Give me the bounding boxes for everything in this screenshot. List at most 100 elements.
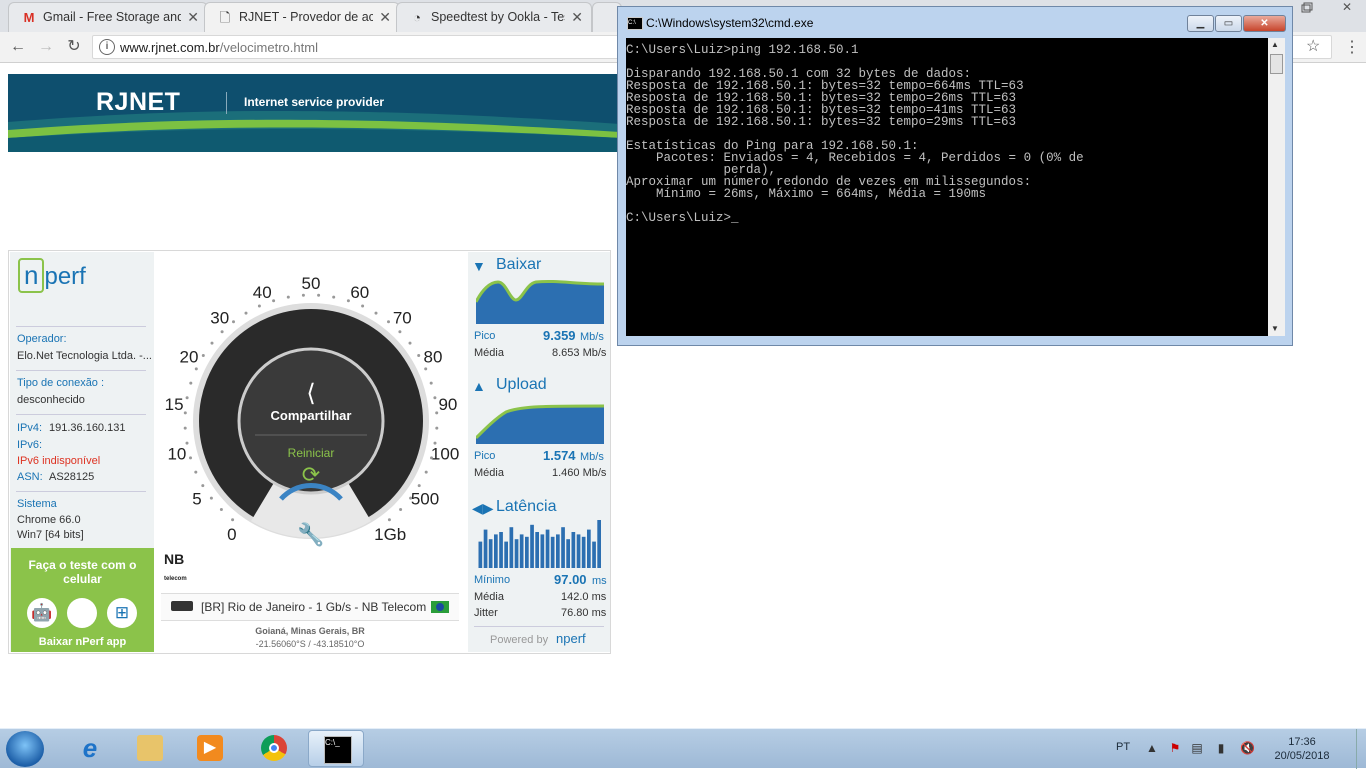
taskbar-internet-explorer[interactable]: e	[62, 730, 118, 767]
gauge-dot	[387, 518, 391, 522]
latency-bar	[550, 536, 555, 568]
settings-wrench-icon[interactable]: 🔧	[289, 522, 333, 548]
gauge-dot	[317, 293, 321, 297]
scroll-down-icon[interactable]: ▼	[1271, 324, 1279, 333]
apple-icon[interactable]	[67, 598, 97, 628]
gauge-dot	[409, 496, 413, 500]
tagline: Internet service provider	[244, 95, 385, 109]
windows-icon[interactable]: ⊞	[107, 598, 137, 628]
close-icon[interactable]: ✕	[379, 9, 391, 26]
taskbar-file-explorer[interactable]	[122, 730, 178, 767]
tab-rjnet[interactable]: 🗋 RJNET - Provedor de aces ✕	[204, 2, 400, 32]
show-hidden-icons[interactable]: ▲	[1145, 741, 1159, 755]
start-button[interactable]	[6, 731, 44, 767]
info-icon[interactable]: i	[99, 39, 115, 55]
close-icon[interactable]: ✕	[187, 9, 199, 26]
powered-by-label: Powered by	[490, 634, 549, 646]
gauge-tick-label: 70	[393, 309, 412, 328]
network-icon[interactable]: ▮	[1214, 741, 1228, 755]
close-icon[interactable]: ✕	[571, 9, 583, 26]
latency-bar	[483, 529, 488, 568]
gauge-dot	[183, 426, 187, 430]
scrollbar[interactable]: ▲ ▼	[1268, 38, 1285, 336]
gauge-dot	[387, 320, 390, 324]
location: Goianá, Minas Gerais, BR -21.56060°S / -…	[161, 625, 459, 651]
tab-speedtest[interactable]: ◔ Speedtest by Ookla - Tes ✕	[396, 2, 592, 32]
scrollbar-thumb[interactable]	[1270, 54, 1283, 74]
reload-icon[interactable]: ↻	[64, 37, 84, 57]
latency-title: Latência	[496, 498, 557, 515]
close-window-icon[interactable]: ✕	[1336, 0, 1358, 16]
gauge-dot	[424, 367, 428, 371]
site-banner: RJNET Internet service provider	[8, 74, 620, 152]
clock[interactable]: 17:36 20/05/2018	[1270, 735, 1334, 763]
gauge-dot	[424, 470, 428, 474]
cmd-window[interactable]: C:\ C:\Windows\system32\cmd.exe ▁ ▭ ✕ C:…	[617, 6, 1293, 346]
system-browser: Chrome 66.0	[17, 514, 81, 526]
system-label: Sistema	[17, 498, 57, 510]
restore-icon[interactable]	[1296, 0, 1318, 16]
taskbar-chrome[interactable]	[246, 730, 302, 767]
upload-avg-label: Média	[474, 467, 504, 479]
latency-graph	[478, 520, 601, 568]
results-panel: ▼ Baixar Pico 9.359 Mb/s Média 8.653 Mb/…	[468, 252, 610, 652]
latency-bar	[509, 527, 514, 568]
upload-peak-value: 1.574	[543, 448, 576, 463]
device-icon[interactable]: ▤	[1190, 741, 1204, 755]
volume-muted-icon[interactable]: 🔇	[1240, 741, 1255, 755]
window-title: C:\Windows\system32\cmd.exe	[646, 16, 814, 30]
gauge-dot	[430, 456, 433, 460]
gauge-dot	[272, 299, 276, 303]
gauge-tick-label: 60	[350, 283, 369, 302]
download-peak-value: 9.359	[543, 328, 576, 343]
menu-icon[interactable]: ⋮	[1344, 37, 1360, 57]
speedometer-icon: ◔	[413, 10, 421, 25]
gauge-dot	[433, 396, 437, 400]
tab-gmail[interactable]: M Gmail - Free Storage and ✕	[8, 2, 208, 32]
language-indicator[interactable]: PT	[1116, 741, 1130, 753]
forward-icon[interactable]: →	[36, 37, 56, 57]
taskbar-media-player[interactable]: ▶	[182, 730, 238, 767]
minimize-button[interactable]: ▁	[1187, 15, 1214, 32]
brand-logo: RJNET	[96, 88, 181, 116]
bookmark-star-icon[interactable]: ☆	[1306, 36, 1320, 56]
taskbar-cmd[interactable]: C:\_	[308, 730, 364, 767]
date: 20/05/2018	[1274, 750, 1330, 762]
time: 17:36	[1288, 736, 1316, 748]
latency-bar	[581, 536, 586, 568]
gauge-dot	[399, 508, 403, 511]
system-os: Win7 [64 bits]	[17, 529, 84, 541]
server-selector[interactable]: [BR] Rio de Janeiro - 1 Gb/s - NB Teleco…	[161, 593, 459, 621]
operator-value: Elo.Net Tecnologia Ltda. -...	[17, 350, 152, 362]
back-icon[interactable]: ←	[8, 37, 28, 57]
action-center-icon[interactable]: ⚑	[1168, 741, 1182, 755]
powered-by-logo[interactable]: nperf	[556, 631, 586, 646]
mobile-app-promo[interactable]: Faça o teste com o celular 🤖 ⊞ Baixar nP…	[11, 548, 154, 652]
gauge-dot	[219, 508, 223, 511]
restart-button[interactable]: Reiniciar	[249, 446, 373, 460]
divider	[16, 491, 146, 492]
close-button[interactable]: ✕	[1243, 15, 1286, 32]
latency-bar	[566, 539, 570, 568]
connection-value: desconhecido	[17, 394, 85, 406]
divider	[226, 92, 227, 114]
show-desktop-button[interactable]	[1356, 729, 1366, 769]
share-icon[interactable]: ⟨	[294, 379, 328, 408]
restart-icon[interactable]: ⟳	[299, 462, 323, 488]
scroll-up-icon[interactable]: ▲	[1271, 40, 1279, 49]
brazil-flag-icon	[431, 601, 449, 613]
download-graph	[476, 279, 604, 324]
gauge-dot	[346, 299, 350, 303]
gauge-tick-label: 15	[165, 395, 184, 414]
taskbar: e ▶ C:\_ PT ▲ ⚑ ▤ ▮ 🔇 17:36 20/05/2018	[0, 728, 1366, 769]
android-icon[interactable]: 🤖	[27, 598, 57, 628]
share-button[interactable]: Compartilhar	[249, 408, 373, 423]
download-app-link[interactable]: Baixar nPerf app	[11, 636, 154, 648]
download-peak-unit: Mb/s	[580, 331, 604, 343]
maximize-button[interactable]: ▭	[1215, 15, 1242, 32]
latency-bar	[525, 536, 529, 568]
console-text: C:\Users\Luiz>ping 192.168.50.1 Disparan…	[626, 43, 1084, 225]
console-output[interactable]: C:\Users\Luiz>ping 192.168.50.1 Disparan…	[626, 38, 1268, 336]
gauge-dot	[435, 426, 439, 430]
latency-bar	[597, 520, 601, 568]
